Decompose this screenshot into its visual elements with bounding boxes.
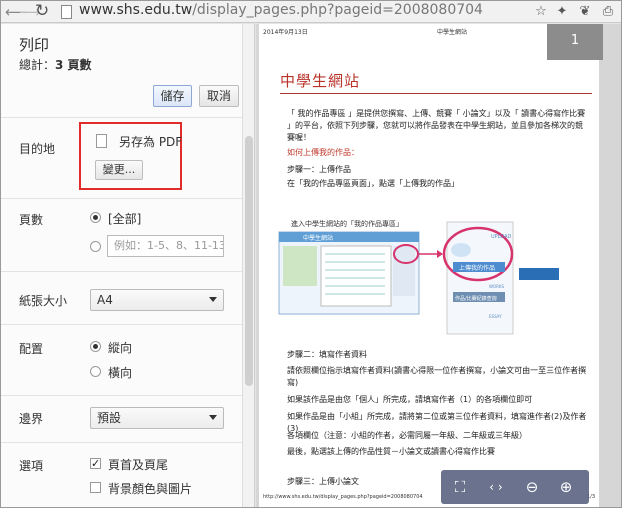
url-path: /display_pages.php?pageid=2008080704 (192, 2, 483, 18)
ill-works-label: WORKS (489, 284, 505, 289)
upload-illustration: 進入中學生網站的「我的作品專區」 中學生網站 UPLOAD 上傳我的作品 WOR… (273, 214, 573, 340)
preview-page: 2014年9月13日 中學生網站 中學生網站 「 我的作品專區 」是提供您撰寫、… (259, 24, 599, 507)
ill-upload-button: 上傳我的作品 (459, 264, 495, 272)
landscape-radio[interactable] (90, 366, 101, 377)
margins-value: 預設 (97, 411, 122, 425)
preview-step1: 步驟一：上傳作品 (287, 165, 351, 174)
landscape-label: 橫向 (108, 366, 133, 380)
preview-step2-line2: 如果該作品是由您「個人」所完成，請填寫作者（1）的各項欄位即可 (287, 395, 533, 404)
print-settings-panel: 列印 總計：3 頁數 儲存 取消 目的地 另存為 PDF 變更... 頁數 [全… (1, 24, 255, 507)
save-button[interactable]: 儲存 (153, 85, 192, 107)
address-bar[interactable]: www.shs.edu.tw/display_pages.php?pageid=… (79, 2, 483, 18)
scrollbar-thumb[interactable] (245, 136, 253, 386)
evernote-icon[interactable]: ❦ (577, 4, 593, 20)
destination-highlight: 另存為 PDF 變更... (79, 122, 182, 190)
paper-size-select[interactable]: A4 (90, 289, 224, 311)
browser-toolbar: ⟵ ⟶ ↻ www.shs.edu.tw/display_pages.php?p… (1, 1, 621, 23)
pages-all-radio[interactable] (90, 212, 101, 223)
destination-value: 另存為 PDF (119, 135, 183, 149)
pdf-file-icon (96, 134, 107, 148)
settings-scrollbar[interactable] (242, 24, 254, 507)
divider (1, 117, 242, 118)
preview-footer-url: http://www.shs.edu.tw/display_pages.php?… (263, 494, 423, 500)
preview-header-date: 2014年9月13日 (263, 29, 308, 36)
zoom-in-icon[interactable]: ⊕ (553, 475, 579, 499)
preview-step2-line4: 各項欄位（注意：小組的作者，必需同屬一年級、二年級或三年級） (287, 431, 527, 440)
ill-works-button: 作品/比賽紀錄查詢 (455, 295, 497, 302)
reload-icon[interactable]: ↻ (35, 1, 49, 21)
url-host: www.shs.edu.tw (79, 2, 193, 18)
pages-custom-input[interactable]: 例如：1-5、8、11-13 (107, 235, 224, 257)
ill-site-name: 中學生網站 (303, 234, 333, 242)
background-checkbox[interactable] (90, 482, 101, 493)
ill-upload-label: UPLOAD (491, 234, 512, 240)
pages-all-label: [全部] (108, 212, 142, 226)
ill-essay-label: ESSAY (489, 314, 502, 319)
page-nav-icon[interactable]: ‹ › (483, 475, 509, 499)
divider (1, 324, 242, 325)
total-label: 總計： (19, 58, 56, 72)
portrait-radio[interactable] (90, 341, 101, 352)
puzzle-icon[interactable]: ✦ (554, 4, 570, 20)
margins-label: 邊界 (19, 412, 44, 426)
ill-caption: 進入中學生網站的「我的作品專區」 (291, 219, 403, 228)
preview-step1-detail: 在「我的作品專區頁面」，點選「上傳我的作品」 (287, 179, 459, 188)
paper-size-value: A4 (97, 293, 113, 307)
star-icon[interactable]: ☆ (533, 4, 549, 20)
divider (1, 395, 242, 396)
print-preview: 2014年9月13日 中學生網站 中學生網站 「 我的作品專區 」是提供您撰寫、… (256, 24, 621, 507)
pages-label: 頁數 (19, 213, 44, 227)
layout-label: 配置 (19, 342, 44, 356)
page-number-badge: 1 (547, 24, 603, 60)
preview-step2-line5: 最後，點選該上傳的作品性質－小論文或讀書心得寫作比賽 (287, 447, 495, 456)
preview-zoom-toolbar: ⛶ ‹ › ⊖ ⊕ (441, 470, 589, 504)
portrait-label: 縱向 (108, 341, 133, 355)
print-icon[interactable]: ⎙ (600, 4, 616, 20)
preview-site-title: 中學生網站 (280, 72, 361, 90)
zoom-out-icon[interactable]: ⊖ (519, 475, 545, 499)
change-destination-button[interactable]: 變更... (95, 160, 143, 180)
paper-size-label: 紙張大小 (19, 294, 68, 308)
background-label: 背景顏色與圖片 (108, 482, 193, 496)
title-underline (280, 93, 592, 94)
preview-step2-line1: 請依照欄位指示填寫作者資料(讀書心得限一位作者撰寫，小論文可由一至三位作者撰寫) (287, 366, 587, 387)
headers-footers-label: 頁首及頁尾 (108, 458, 169, 472)
headers-footers-checkbox[interactable]: ✓ (90, 458, 101, 469)
print-title: 列印 (19, 36, 50, 54)
preview-header-title: 中學生網站 (437, 29, 468, 36)
pages-custom-radio[interactable] (90, 241, 101, 252)
page-total: 總計：3 頁數 (19, 56, 92, 73)
chevron-down-icon (209, 297, 217, 302)
page-icon (61, 5, 72, 19)
destination-label: 目的地 (19, 142, 56, 156)
divider (1, 271, 242, 272)
chevron-down-icon (209, 415, 217, 420)
preview-intro: 「 我的作品專區 」是提供您撰寫、上傳、競賽「 小論文」以及「 讀書心得寫作比賽… (287, 109, 586, 142)
margins-select[interactable]: 預設 (90, 407, 224, 429)
cancel-button[interactable]: 取消 (199, 85, 239, 107)
fit-page-icon[interactable]: ⛶ (447, 475, 473, 499)
preview-step3: 步驟三：上傳小論文 (287, 477, 359, 486)
options-label: 選項 (19, 459, 44, 473)
divider (1, 442, 242, 443)
divider (1, 198, 242, 199)
total-value: 3 頁數 (55, 58, 92, 72)
preview-step2: 步驟二：填寫作者資料 (287, 350, 367, 359)
preview-how-upload: 如何上傳我的作品： (287, 148, 359, 157)
